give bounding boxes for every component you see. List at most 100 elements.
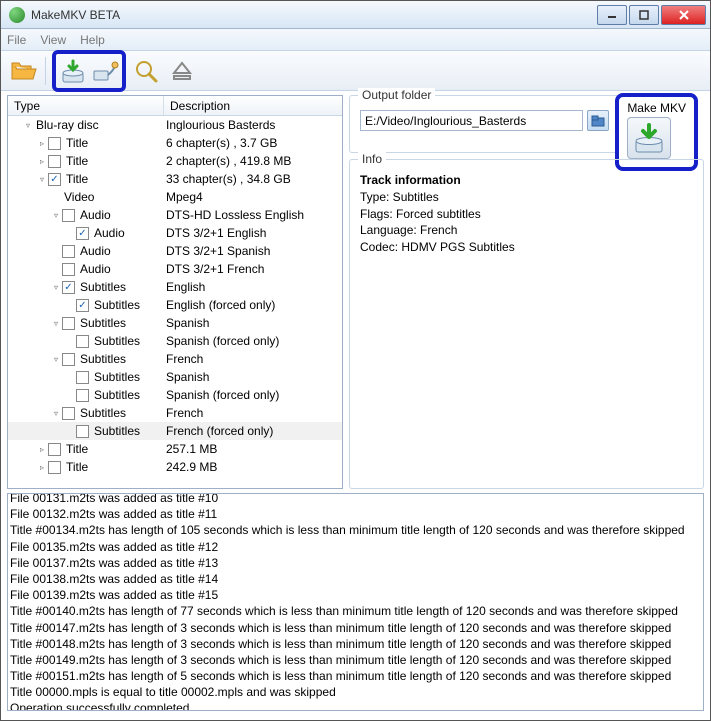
tree-row[interactable]: ▿AudioDTS-HD Lossless English xyxy=(8,206,342,224)
checkbox[interactable] xyxy=(62,209,75,222)
tree-header: Type Description xyxy=(8,96,342,116)
node-type-label: Subtitles xyxy=(92,424,140,438)
collapse-icon[interactable]: ▿ xyxy=(22,121,34,130)
tree-row[interactable]: AudioDTS 3/2+1 French xyxy=(8,260,342,278)
collapse-icon[interactable]: ▿ xyxy=(36,175,48,184)
node-description: French xyxy=(164,352,342,366)
app-icon xyxy=(9,7,25,23)
node-description: Spanish (forced only) xyxy=(164,388,342,402)
tree-row[interactable]: ▿SubtitlesFrench xyxy=(8,350,342,368)
node-type-label: Blu-ray disc xyxy=(34,118,99,132)
node-description: 2 chapter(s) , 419.8 MB xyxy=(164,154,342,168)
checkbox[interactable]: ✓ xyxy=(76,227,89,240)
info-line: Language: French xyxy=(360,222,693,239)
minimize-button[interactable] xyxy=(597,5,627,25)
tree-row[interactable]: ▿SubtitlesFrench xyxy=(8,404,342,422)
log-line: Operation successfully completed xyxy=(10,700,701,711)
log-panel[interactable]: File 00131.m2ts was added as title #10Fi… xyxy=(7,493,704,711)
tree-row[interactable]: ▿Blu-ray discInglourious Basterds xyxy=(8,116,342,134)
checkbox[interactable] xyxy=(62,317,75,330)
collapse-icon[interactable]: ▿ xyxy=(50,211,62,220)
eject-button[interactable] xyxy=(166,55,198,87)
folder-open-icon xyxy=(9,57,37,85)
maximize-button[interactable] xyxy=(629,5,659,25)
checkbox[interactable] xyxy=(76,389,89,402)
checkbox[interactable] xyxy=(48,461,61,474)
checkbox[interactable] xyxy=(76,371,89,384)
tree-row[interactable]: Subtitles French (forced only) xyxy=(8,422,342,440)
browse-button[interactable] xyxy=(587,110,609,131)
tree-row[interactable]: ▹Title6 chapter(s) , 3.7 GB xyxy=(8,134,342,152)
tree-row[interactable]: ▹Title242.9 MB xyxy=(8,458,342,476)
log-line: Title #00147.m2ts has length of 3 second… xyxy=(10,620,701,636)
log-line: Title #00140.m2ts has length of 77 secon… xyxy=(10,603,701,619)
expand-icon[interactable]: ▹ xyxy=(36,463,48,472)
menu-help[interactable]: Help xyxy=(80,33,105,47)
collapse-icon[interactable]: ▿ xyxy=(50,319,62,328)
node-type-label: Subtitles xyxy=(78,406,126,420)
info-line: Codec: HDMV PGS Subtitles xyxy=(360,239,693,256)
output-path-input[interactable] xyxy=(360,110,583,131)
node-type-label: Audio xyxy=(92,226,125,240)
tree-row[interactable]: ✓SubtitlesEnglish (forced only) xyxy=(8,296,342,314)
tree-row[interactable]: ▿✓Title33 chapter(s) , 34.8 GB xyxy=(8,170,342,188)
node-description: 257.1 MB xyxy=(164,442,342,456)
node-description: DTS 3/2+1 French xyxy=(164,262,342,276)
expand-icon[interactable]: ▹ xyxy=(36,157,48,166)
expand-icon[interactable]: ▹ xyxy=(36,445,48,454)
tree-body[interactable]: ▿Blu-ray discInglourious Basterds▹Title6… xyxy=(8,116,342,488)
tree-row[interactable]: ▹Title257.1 MB xyxy=(8,440,342,458)
log-line: File 00131.m2ts was added as title #10 xyxy=(10,493,701,506)
menu-file[interactable]: File xyxy=(7,33,26,47)
log-line: File 00132.m2ts was added as title #11 xyxy=(10,506,701,522)
log-line: File 00137.m2ts was added as title #13 xyxy=(10,555,701,571)
tree-row[interactable]: ▹Title2 chapter(s) , 419.8 MB xyxy=(8,152,342,170)
menu-view[interactable]: View xyxy=(40,33,66,47)
col-description[interactable]: Description xyxy=(164,96,342,115)
checkbox[interactable]: ✓ xyxy=(76,299,89,312)
checkbox[interactable] xyxy=(62,245,75,258)
collapse-icon[interactable]: ▿ xyxy=(50,355,62,364)
make-label: Make MKV xyxy=(627,101,686,115)
tree-row[interactable]: ▿SubtitlesSpanish xyxy=(8,314,342,332)
node-description: Mpeg4 xyxy=(164,190,342,204)
open-disc-button[interactable] xyxy=(57,55,89,87)
collapse-icon[interactable]: ▿ xyxy=(50,409,62,418)
make-mkv-button[interactable] xyxy=(627,117,671,159)
node-description: French (forced only) xyxy=(164,424,342,438)
checkbox[interactable] xyxy=(76,425,89,438)
tree-row[interactable]: SubtitlesSpanish (forced only) xyxy=(8,332,342,350)
log-line: File 00135.m2ts was added as title #12 xyxy=(10,539,701,555)
col-type[interactable]: Type xyxy=(8,96,164,115)
tree-row[interactable]: SubtitlesSpanish xyxy=(8,368,342,386)
open-folder-button[interactable] xyxy=(7,55,39,87)
window-title: MakeMKV BETA xyxy=(31,8,595,22)
checkbox[interactable]: ✓ xyxy=(48,173,61,186)
tree-row[interactable]: SubtitlesSpanish (forced only) xyxy=(8,386,342,404)
collapse-icon[interactable]: ▿ xyxy=(50,283,62,292)
folder-icon xyxy=(591,115,605,127)
checkbox[interactable] xyxy=(48,155,61,168)
toolbar xyxy=(1,51,710,91)
tree-row[interactable]: ✓AudioDTS 3/2+1 English xyxy=(8,224,342,242)
checkbox[interactable] xyxy=(48,137,61,150)
info-body: Track information Type: SubtitlesFlags: … xyxy=(360,172,693,256)
output-folder-group: Output folder xyxy=(349,95,620,153)
log-line: Title #00134.m2ts has length of 105 seco… xyxy=(10,522,701,538)
checkbox[interactable] xyxy=(62,407,75,420)
expand-icon[interactable]: ▹ xyxy=(36,139,48,148)
search-button[interactable] xyxy=(130,55,162,87)
tree-row[interactable]: VideoMpeg4 xyxy=(8,188,342,206)
checkbox[interactable]: ✓ xyxy=(62,281,75,294)
checkbox[interactable] xyxy=(76,335,89,348)
log-line: Title #00151.m2ts has length of 5 second… xyxy=(10,668,701,684)
node-type-label: Subtitles xyxy=(92,298,140,312)
checkbox[interactable] xyxy=(62,263,75,276)
checkbox[interactable] xyxy=(62,353,75,366)
close-button[interactable] xyxy=(661,5,706,25)
stream-button[interactable] xyxy=(89,55,121,87)
tree-row[interactable]: ▿✓SubtitlesEnglish xyxy=(8,278,342,296)
menubar: File View Help xyxy=(1,29,710,51)
checkbox[interactable] xyxy=(48,443,61,456)
tree-row[interactable]: AudioDTS 3/2+1 Spanish xyxy=(8,242,342,260)
